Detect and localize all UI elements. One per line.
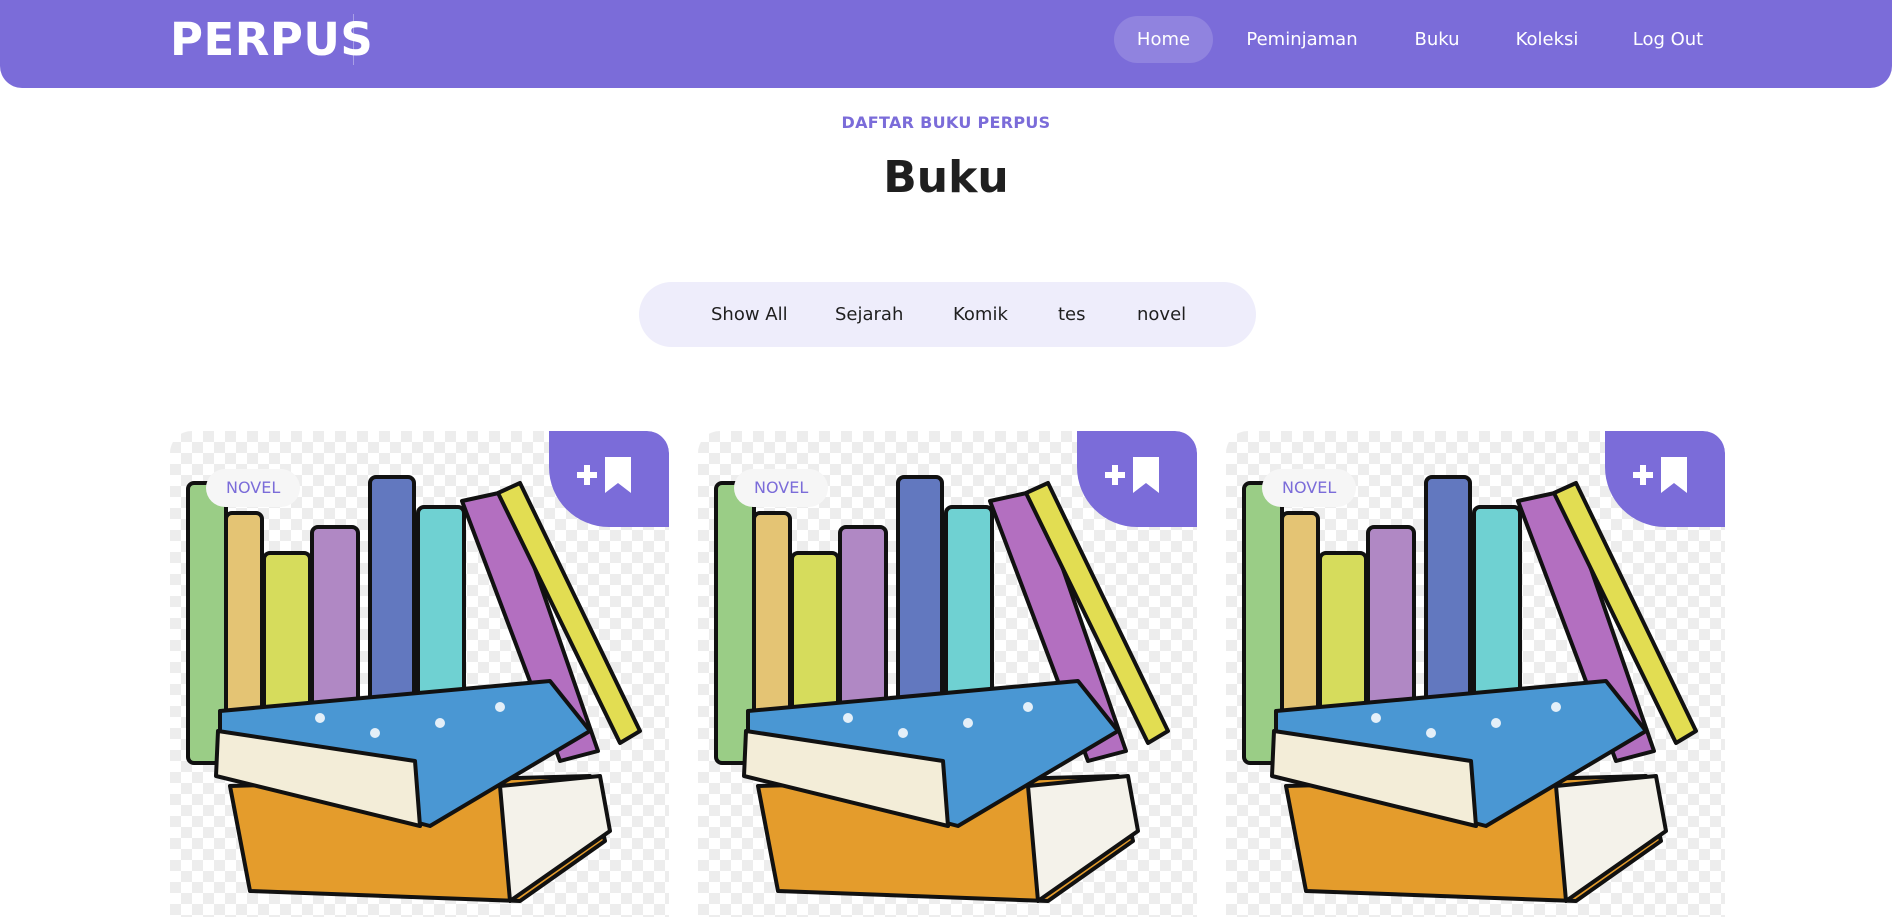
book-card[interactable]: NOVEL <box>698 431 1197 917</box>
filter-sejarah[interactable]: Sejarah <box>835 282 903 347</box>
book-card[interactable]: NOVEL <box>170 431 669 917</box>
nav-buku[interactable]: Buku <box>1398 16 1476 63</box>
nav-koleksi[interactable]: Koleksi <box>1504 16 1590 63</box>
category-badge: NOVEL <box>734 469 829 507</box>
book-card[interactable]: NOVEL <box>1226 431 1725 917</box>
main-nav: Home Peminjaman Buku Koleksi Log Out <box>0 16 1892 64</box>
filter-show-all[interactable]: Show All <box>711 282 788 347</box>
filter-tes[interactable]: tes <box>1058 282 1086 347</box>
nav-home[interactable]: Home <box>1114 16 1213 63</box>
category-badge: NOVEL <box>1262 469 1357 507</box>
page-title: Buku <box>883 152 1009 203</box>
category-filter-bar: Show All Sejarah Komik tes novel <box>639 282 1256 347</box>
filter-novel[interactable]: novel <box>1137 282 1186 347</box>
bookmark-add-icon <box>1105 457 1159 493</box>
section-subtitle: DAFTAR BUKU PERPUS <box>841 113 1051 132</box>
category-badge: NOVEL <box>206 469 301 507</box>
bookmark-add-icon <box>577 457 631 493</box>
bookmark-add-icon <box>1633 457 1687 493</box>
top-navbar: PERPUS Home Peminjaman Buku Koleksi Log … <box>0 0 1892 88</box>
filter-komik[interactable]: Komik <box>953 282 1008 347</box>
nav-peminjaman[interactable]: Peminjaman <box>1232 16 1372 63</box>
nav-logout[interactable]: Log Out <box>1620 16 1716 63</box>
